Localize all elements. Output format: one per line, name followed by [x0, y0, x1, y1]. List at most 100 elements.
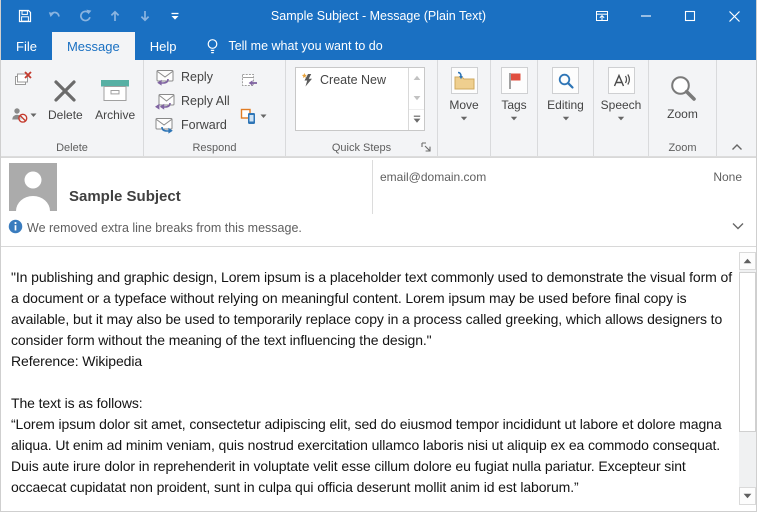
quick-access-toolbar	[1, 6, 185, 26]
lightning-bolt-icon	[301, 72, 315, 88]
dropdown-arrow-icon	[30, 113, 37, 118]
group-label-quick-steps: Quick Steps	[286, 142, 437, 154]
redo-icon	[77, 8, 93, 24]
tags-button[interactable]: Tags	[492, 67, 536, 121]
meeting-button[interactable]	[240, 72, 267, 91]
ribbon-group-editing: Editing	[538, 60, 594, 156]
quick-steps-scroll-rail	[408, 68, 424, 130]
lightbulb-icon	[205, 38, 220, 55]
zoom-magnifier-icon	[668, 73, 698, 103]
forward-button[interactable]: Forward	[154, 116, 230, 134]
ribbon-group-zoom: Zoom Zoom	[649, 60, 717, 156]
customize-quick-access-icon	[170, 11, 180, 21]
quick-steps-gallery: Create New	[295, 67, 425, 131]
speech-button[interactable]: Speech	[595, 67, 647, 121]
collapse-ribbon-button[interactable]	[730, 142, 744, 152]
flag-status: None	[713, 170, 742, 184]
ribbon-group-delete: Delete Archive Delete	[1, 60, 144, 156]
meeting-icon	[240, 72, 267, 91]
ignore-icon	[13, 69, 33, 89]
undo-icon	[47, 8, 63, 24]
redo-button[interactable]	[75, 6, 95, 26]
tell-me-label: Tell me what you want to do	[228, 39, 382, 53]
save-icon	[17, 8, 33, 24]
gallery-scroll-up[interactable]	[409, 68, 424, 88]
quick-steps-dialog-launcher[interactable]	[420, 141, 432, 153]
dropdown-arrow-icon	[460, 116, 468, 121]
sender-email[interactable]: email@domain.com	[380, 170, 486, 184]
info-icon	[8, 219, 23, 234]
save-button[interactable]	[15, 6, 35, 26]
body-paragraph: “Lorem ipsum dolor sit amet, consectetur…	[11, 414, 733, 498]
reply-all-button[interactable]: Reply All	[154, 92, 230, 110]
ignore-button[interactable]	[8, 66, 38, 92]
maximize-button[interactable]	[668, 0, 712, 32]
forward-icon	[154, 117, 176, 134]
info-message: We removed extra line breaks from this m…	[27, 221, 302, 235]
ribbon-group-speech: Speech	[594, 60, 649, 156]
dropdown-arrow-icon	[562, 116, 570, 121]
ribbon-group-move: Move	[438, 60, 491, 156]
sender-avatar[interactable]	[9, 163, 57, 211]
body-paragraph	[11, 372, 733, 393]
undo-button[interactable]	[45, 6, 65, 26]
reply-icon	[154, 69, 176, 86]
message-body[interactable]: "In publishing and graphic design, Lorem…	[1, 247, 739, 511]
ribbon-group-quick-steps: Create New Quick Steps	[286, 60, 438, 156]
gallery-scroll-down[interactable]	[409, 88, 424, 108]
scroll-down-button[interactable]	[739, 487, 756, 505]
move-folder-icon	[453, 71, 476, 91]
arrow-down-icon	[138, 9, 152, 23]
titlebar: Sample Subject - Message (Plain Text)	[1, 0, 756, 32]
dropdown-arrow-icon	[617, 116, 625, 121]
arrow-up-icon	[108, 9, 122, 23]
info-bar: We removed extra line breaks from this m…	[1, 216, 756, 247]
reply-button[interactable]: Reply	[154, 68, 230, 86]
editing-button[interactable]: Editing	[540, 67, 592, 121]
minimize-button[interactable]	[624, 0, 668, 32]
tab-message[interactable]: Message	[52, 32, 135, 60]
ribbon-group-respond: Reply Reply All Forward	[144, 60, 286, 156]
expand-header-button[interactable]	[730, 220, 746, 232]
ribbon-tail	[717, 60, 756, 156]
header-divider	[372, 160, 373, 214]
ribbon-group-tags: Tags	[491, 60, 538, 156]
zoom-button[interactable]: Zoom	[655, 67, 711, 121]
tell-me-box[interactable]: Tell me what you want to do	[205, 32, 382, 60]
scrollbar-thumb[interactable]	[739, 272, 756, 432]
block-sender-button[interactable]	[8, 102, 38, 128]
flag-icon	[505, 71, 523, 91]
move-up-button[interactable]	[105, 6, 125, 26]
scroll-up-button[interactable]	[739, 252, 756, 270]
window-controls	[580, 0, 756, 32]
group-label-respond: Respond	[144, 142, 285, 154]
outlook-message-window: Sample Subject - Message (Plain Text)	[0, 0, 757, 512]
maximize-icon	[684, 10, 696, 22]
ribbon: Delete Archive Delete Reply	[1, 60, 756, 157]
ribbon-display-options-button[interactable]	[580, 0, 624, 32]
gallery-more-button[interactable]	[409, 109, 424, 130]
body-scrollbar[interactable]	[739, 252, 756, 505]
ribbon-tab-row: File Message Help Tell me what you want …	[1, 32, 756, 60]
tab-help[interactable]: Help	[135, 32, 192, 60]
message-header: Sample Subject email@domain.com None	[1, 157, 756, 216]
tab-file[interactable]: File	[1, 32, 52, 60]
close-button[interactable]	[712, 0, 756, 32]
dropdown-arrow-icon	[510, 116, 518, 121]
dropdown-arrow-icon	[260, 114, 267, 119]
ribbon-display-options-icon	[594, 8, 610, 24]
message-subject: Sample Subject	[69, 188, 181, 205]
create-new-quick-step[interactable]: Create New	[301, 72, 406, 88]
body-paragraph: The text is as follows:	[11, 393, 733, 414]
body-paragraph: "In publishing and graphic design, Lorem…	[11, 267, 733, 351]
im-button[interactable]	[240, 103, 267, 129]
group-label-delete: Delete	[1, 142, 143, 154]
reply-all-icon	[154, 93, 176, 110]
editing-find-icon	[557, 72, 575, 90]
move-down-button[interactable]	[135, 6, 155, 26]
archive-box-icon	[99, 77, 131, 104]
customize-quick-access-button[interactable]	[165, 6, 185, 26]
read-aloud-icon	[612, 72, 631, 89]
move-button[interactable]: Move	[440, 67, 488, 121]
delete-x-icon	[52, 78, 78, 104]
